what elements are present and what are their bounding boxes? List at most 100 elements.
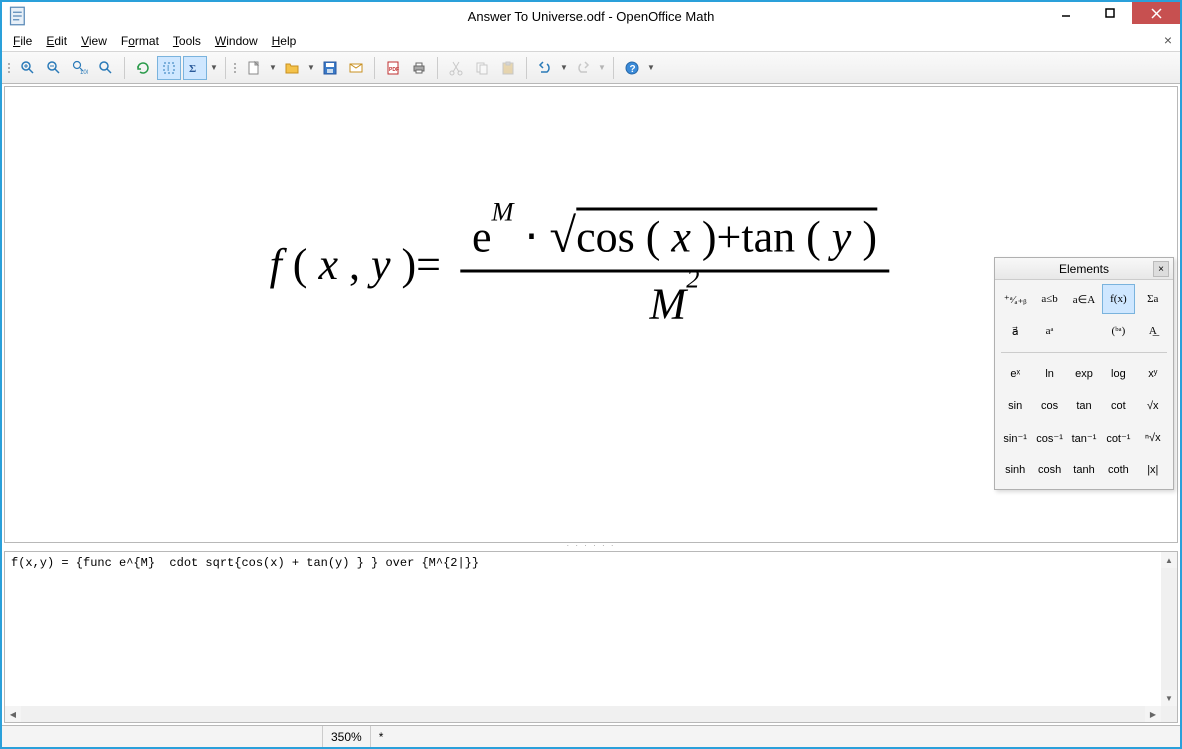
- formula-den-M: M: [650, 280, 687, 329]
- elements-item-3[interactable]: log: [1102, 359, 1134, 389]
- elements-category-4[interactable]: Σa: [1137, 284, 1169, 314]
- elements-category-8[interactable]: (ᵇᵃ): [1102, 316, 1134, 346]
- open-dropdown[interactable]: ▼: [306, 56, 316, 80]
- undo-icon[interactable]: [533, 56, 557, 80]
- formula-lhs: f: [270, 240, 282, 289]
- svg-text:100: 100: [80, 70, 88, 76]
- elements-categories: ⁺ᵃ⁄ₐ₊ᵦa≤ba∈Af(x)Σa a⃗aᵃ (ᵇᵃ)A͟: [995, 280, 1173, 350]
- paste-icon[interactable]: [496, 56, 520, 80]
- toolbar-grip[interactable]: [6, 63, 12, 73]
- elements-category-7[interactable]: [1068, 316, 1100, 346]
- command-editor[interactable]: f(x,y) = {func e^{M} cdot sqrt{cos(x) + …: [5, 552, 1177, 706]
- close-button[interactable]: [1132, 2, 1180, 24]
- elements-item-17[interactable]: tanh: [1068, 455, 1100, 485]
- help-icon[interactable]: ?: [620, 56, 644, 80]
- elements-item-0[interactable]: eˣ: [999, 359, 1031, 389]
- elements-item-8[interactable]: cot: [1102, 391, 1134, 421]
- refresh-icon[interactable]: [131, 56, 155, 80]
- elements-item-11[interactable]: cos⁻¹: [1033, 423, 1065, 453]
- scroll-left-icon[interactable]: ◀: [5, 706, 21, 722]
- elements-category-5[interactable]: a⃗: [999, 316, 1031, 346]
- elements-item-15[interactable]: sinh: [999, 455, 1031, 485]
- elements-item-6[interactable]: cos: [1033, 391, 1065, 421]
- open-icon[interactable]: [280, 56, 304, 80]
- menubar: File Edit View Format Tools Window Help …: [2, 30, 1180, 52]
- elements-item-14[interactable]: ⁿ√x: [1137, 423, 1169, 453]
- toolbar-dropdown-1[interactable]: ▼: [209, 56, 219, 80]
- elements-item-16[interactable]: cosh: [1033, 455, 1065, 485]
- menu-view[interactable]: View: [74, 32, 114, 50]
- toolbar-grip-2[interactable]: [232, 63, 238, 73]
- elements-item-10[interactable]: sin⁻¹: [999, 423, 1031, 453]
- auto-update-icon[interactable]: I: [157, 56, 181, 80]
- elements-item-2[interactable]: exp: [1068, 359, 1100, 389]
- menu-help[interactable]: Help: [265, 32, 304, 50]
- toolbar-dropdown-2[interactable]: ▼: [646, 56, 656, 80]
- scroll-right-icon[interactable]: ▶: [1145, 706, 1161, 722]
- mail-icon[interactable]: [344, 56, 368, 80]
- vertical-scrollbar[interactable]: ▲ ▼: [1161, 552, 1177, 706]
- elements-divider: [1001, 352, 1167, 353]
- zoom-out-icon[interactable]: [42, 56, 66, 80]
- elements-category-1[interactable]: a≤b: [1033, 284, 1065, 314]
- cut-icon[interactable]: [444, 56, 468, 80]
- formula-e: e: [472, 213, 492, 262]
- elements-category-3[interactable]: f(x): [1102, 284, 1134, 314]
- formula-den-2: 2: [686, 263, 699, 293]
- zoom-fit-icon[interactable]: [94, 56, 118, 80]
- splitter-handle[interactable]: · · · · · ·: [2, 541, 1180, 549]
- undo-dropdown[interactable]: ▼: [559, 56, 569, 80]
- elements-item-7[interactable]: tan: [1068, 391, 1100, 421]
- titlebar: Answer To Universe.odf - OpenOffice Math: [2, 2, 1180, 30]
- status-zoom[interactable]: 350%: [322, 726, 370, 747]
- elements-category-0[interactable]: ⁺ᵃ⁄ₐ₊ᵦ: [999, 284, 1031, 314]
- redo-icon[interactable]: [571, 56, 595, 80]
- status-modified: *: [370, 726, 410, 747]
- save-icon[interactable]: [318, 56, 342, 80]
- formula-radicand: cos ( x )+tan ( y ): [576, 208, 877, 262]
- formula-M-superscript: M: [492, 196, 514, 226]
- elements-header[interactable]: Elements ×: [995, 258, 1173, 280]
- pdf-icon[interactable]: PDF: [381, 56, 405, 80]
- menu-window[interactable]: Window: [208, 32, 265, 50]
- toolbar: 100 I Σ ▼ ▼ ▼ PDF ▼ ▼ ? ▼: [2, 52, 1180, 84]
- elements-item-4[interactable]: xʸ: [1137, 359, 1169, 389]
- sqrt-icon: √: [550, 210, 577, 263]
- elements-item-12[interactable]: tan⁻¹: [1068, 423, 1100, 453]
- elements-category-9[interactable]: A͟: [1137, 316, 1169, 346]
- minimize-button[interactable]: [1044, 2, 1088, 24]
- scroll-up-icon[interactable]: ▲: [1161, 552, 1177, 568]
- elements-item-5[interactable]: sin: [999, 391, 1031, 421]
- redo-dropdown[interactable]: ▼: [597, 56, 607, 80]
- elements-title: Elements: [1059, 262, 1109, 276]
- horizontal-scrollbar[interactable]: ◀ ▶: [5, 706, 1177, 722]
- elements-item-9[interactable]: √x: [1137, 391, 1169, 421]
- menu-file[interactable]: File: [6, 32, 39, 50]
- document-close-icon[interactable]: ×: [1164, 32, 1172, 48]
- svg-text:PDF: PDF: [389, 67, 399, 73]
- elements-item-18[interactable]: coth: [1102, 455, 1134, 485]
- window-controls: [1044, 2, 1180, 30]
- formula-cursor-icon[interactable]: Σ: [183, 56, 207, 80]
- print-icon[interactable]: [407, 56, 431, 80]
- elements-item-1[interactable]: ln: [1033, 359, 1065, 389]
- menu-tools[interactable]: Tools: [166, 32, 208, 50]
- copy-icon[interactable]: [470, 56, 494, 80]
- window-title: Answer To Universe.odf - OpenOffice Math: [2, 9, 1180, 24]
- maximize-button[interactable]: [1088, 2, 1132, 24]
- elements-panel[interactable]: Elements × ⁺ᵃ⁄ₐ₊ᵦa≤ba∈Af(x)Σaa⃗aᵃ(ᵇᵃ)A͟ …: [994, 257, 1174, 490]
- menu-edit[interactable]: Edit: [39, 32, 74, 50]
- zoom-in-icon[interactable]: [16, 56, 40, 80]
- elements-item-13[interactable]: cot⁻¹: [1102, 423, 1134, 453]
- new-icon[interactable]: [242, 56, 266, 80]
- main-area: f ( x , y )= eM ⋅ √cos ( x )+tan ( y ) M…: [2, 84, 1180, 725]
- new-dropdown[interactable]: ▼: [268, 56, 278, 80]
- elements-item-19[interactable]: |x|: [1137, 455, 1169, 485]
- elements-close-icon[interactable]: ×: [1153, 261, 1169, 277]
- elements-category-6[interactable]: aᵃ: [1033, 316, 1065, 346]
- zoom-100-icon[interactable]: 100: [68, 56, 92, 80]
- elements-category-2[interactable]: a∈A: [1068, 284, 1100, 314]
- svg-text:Σ: Σ: [189, 63, 196, 75]
- menu-format[interactable]: Format: [114, 32, 166, 50]
- scroll-down-icon[interactable]: ▼: [1161, 690, 1177, 706]
